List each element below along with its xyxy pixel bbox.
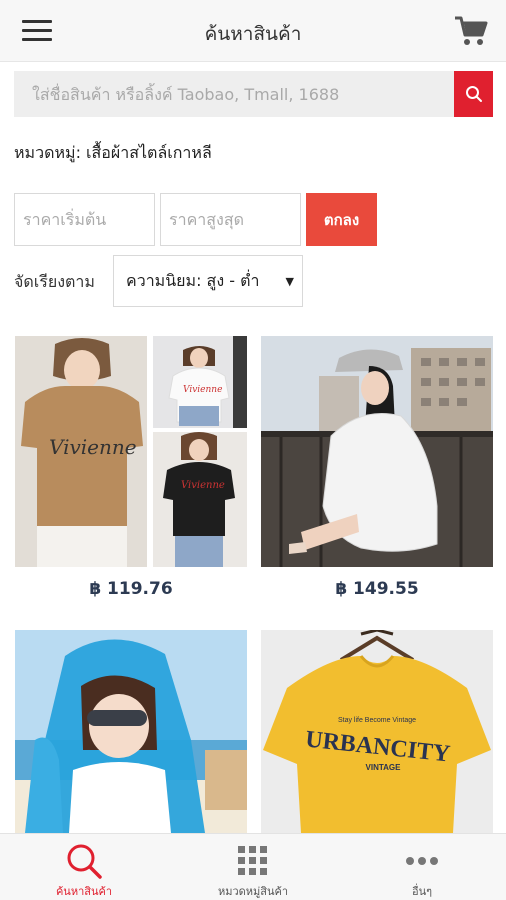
max-price-input[interactable] — [160, 193, 301, 246]
product-image: Stay life Become Vintage URBANCITY VINTA… — [261, 630, 493, 833]
product-image: Vivienne Vivienne Vivienne — [15, 336, 247, 567]
shopping-cart-icon[interactable] — [454, 15, 488, 47]
search-input[interactable] — [14, 71, 454, 117]
product-card[interactable]: Vivienne Vivienne Vivienne ฿ 119.76 — [15, 336, 247, 606]
shirt-print-text: Vivienne — [181, 480, 225, 491]
shirt-print-text: Vivienne — [183, 385, 222, 395]
nav-item-more[interactable]: อื่นๆ — [338, 834, 506, 900]
shirt-print-text: Vivienne — [49, 435, 137, 459]
sort-selected-value: ความนิยม: สูง - ต่ำ — [126, 270, 260, 290]
search-icon — [465, 86, 482, 102]
product-price: ฿ 149.55 — [335, 579, 419, 599]
dropdown-arrow-icon: ▼ — [285, 275, 294, 288]
bottom-navigation: ค้นหาสินค้า หมวดหมู่สินค้า อื่นๆ — [0, 833, 506, 900]
nav-item-categories[interactable]: หมวดหมู่สินค้า — [169, 834, 337, 900]
shirt-print-text: VINTAGE — [366, 763, 402, 772]
product-card[interactable]: Stay life Become Vintage URBANCITY VINTA… — [261, 630, 493, 833]
product-image — [261, 336, 493, 567]
nav-item-label: อื่นๆ — [411, 885, 433, 898]
grid-icon — [238, 846, 267, 875]
search-icon — [67, 844, 102, 879]
nav-item-label: หมวดหมู่สินค้า — [217, 885, 289, 898]
top-app-bar: ค้นหาสินค้า — [0, 0, 506, 62]
apply-price-button[interactable]: ตกลง — [306, 193, 377, 246]
product-price: ฿ 119.76 — [89, 579, 173, 599]
min-price-input[interactable] — [14, 193, 155, 246]
category-label: หมวดหมู่: เสื้อผ้าสไตล์เกาหลี — [14, 143, 212, 162]
product-card[interactable]: ฿ 149.55 — [261, 336, 493, 606]
shirt-print-text: Stay life Become Vintage — [338, 717, 416, 724]
product-card[interactable] — [15, 630, 247, 833]
sort-label: จัดเรียงตาม — [14, 272, 95, 291]
nav-item-search[interactable]: ค้นหาสินค้า — [0, 834, 168, 900]
search-bar — [14, 71, 493, 117]
search-button[interactable] — [454, 71, 493, 117]
page-title: ค้นหาสินค้า — [204, 23, 302, 45]
more-dots-icon — [406, 857, 438, 865]
nav-item-label: ค้นหาสินค้า — [55, 885, 113, 898]
product-image — [15, 630, 247, 833]
sort-select[interactable]: ความนิยม: สูง - ต่ำ ▼ — [113, 255, 303, 307]
